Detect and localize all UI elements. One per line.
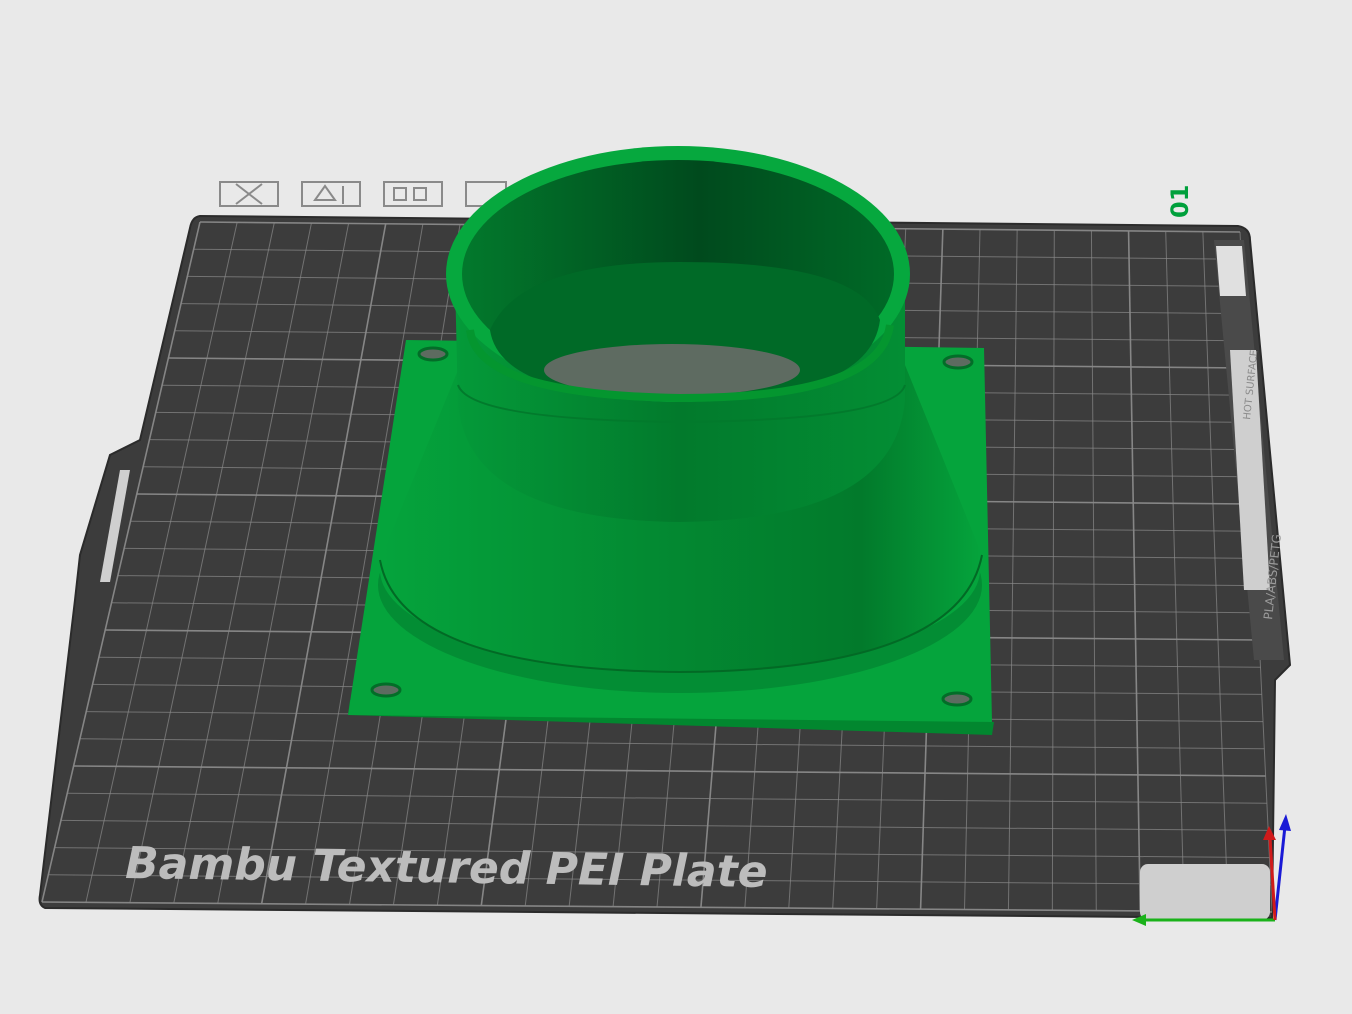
auto-orient-icon[interactable] — [301, 181, 361, 207]
mount-hole — [942, 354, 974, 370]
arrange-icon[interactable] — [383, 181, 443, 207]
plate-toolbar — [219, 181, 507, 207]
plate-number-label: 01 — [1166, 185, 1194, 218]
y-axis — [1273, 825, 1287, 921]
plate-origin-box — [1140, 864, 1270, 920]
3d-viewport[interactable]: HOT SURFACE PLA/ABS/PETG Bambu Textured … — [0, 0, 1352, 1014]
mount-hole — [941, 691, 973, 707]
close-plate-icon[interactable] — [219, 181, 279, 207]
mount-hole — [417, 346, 449, 362]
y-axis-arrow-icon — [1279, 814, 1291, 831]
plate-name-label: Bambu Textured PEI Plate — [125, 838, 768, 898]
mount-hole — [370, 682, 402, 698]
